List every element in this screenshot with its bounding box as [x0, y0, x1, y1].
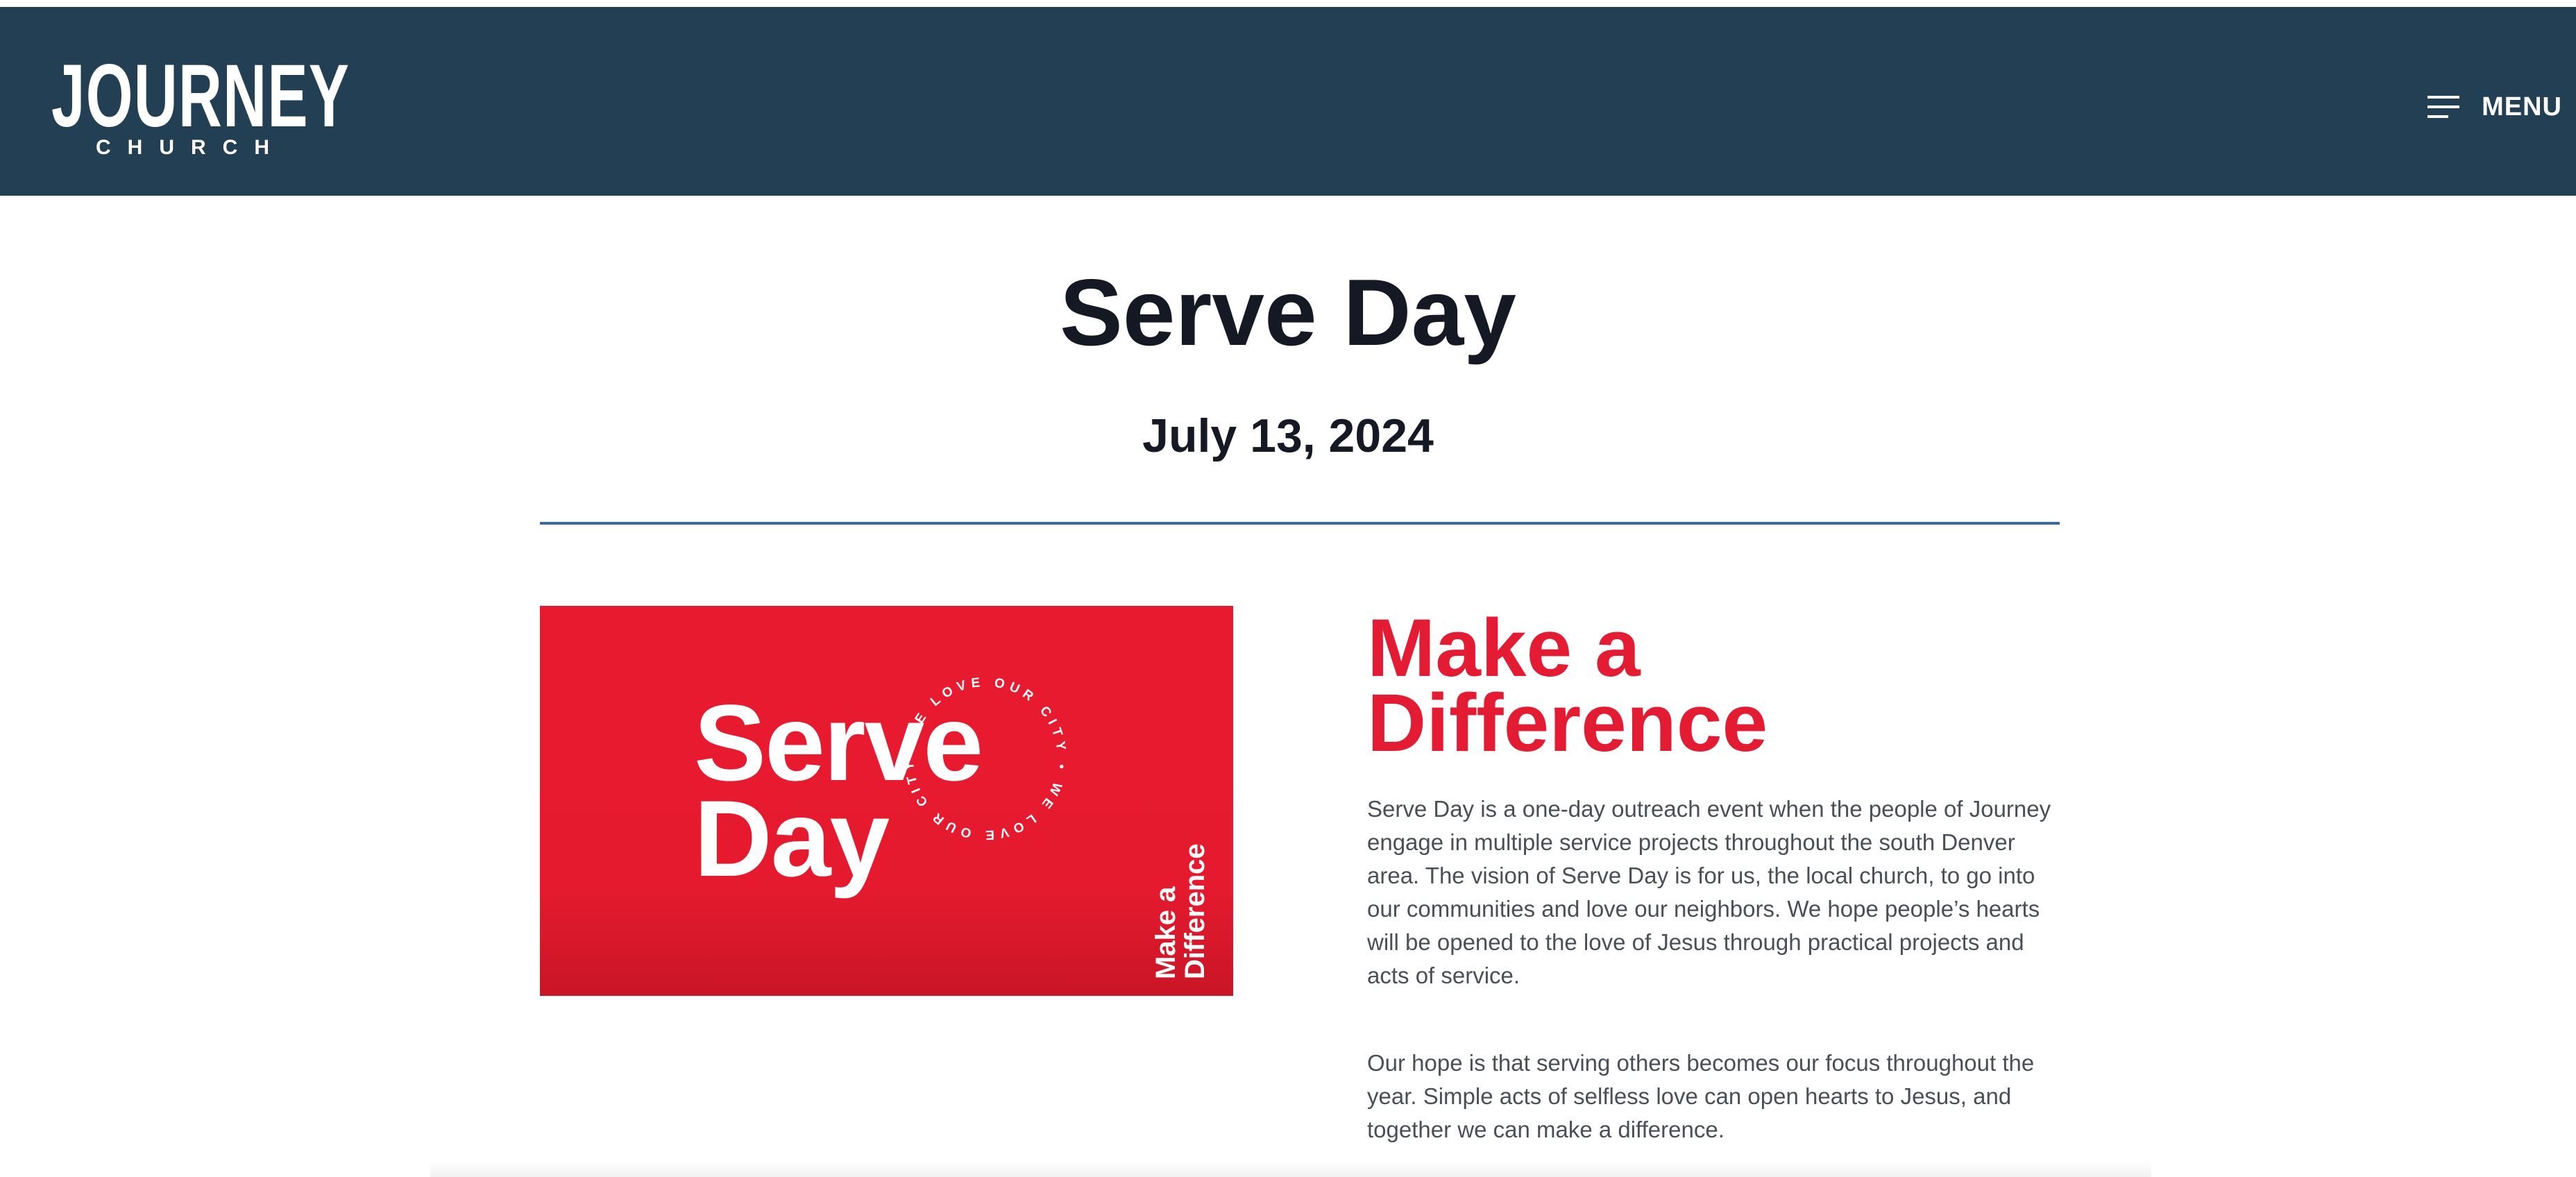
bottom-shadow — [430, 1160, 2151, 1177]
we-love-our-city-ring: WE LOVE OUR CITY • WE LOVE OUR CITY • — [888, 661, 1069, 842]
hamburger-icon — [2427, 96, 2460, 118]
hero-side-line1: Make a — [1151, 886, 1181, 979]
page-title: Serve Day — [1060, 260, 1516, 365]
hope-paragraph: Our hope is that serving others becomes … — [1367, 1050, 2035, 1142]
intro-paragraph: Serve Day is a one-day outreach event wh… — [1367, 796, 2051, 988]
hero-ring-text: WE LOVE OUR CITY • WE LOVE OUR CITY • — [888, 661, 1069, 842]
event-date: July 13, 2024 — [1142, 409, 1434, 462]
menu-label: MENU — [2482, 92, 2562, 121]
site-header: JOURNEY CHURCH MENU — [0, 7, 2576, 196]
logo-text: JOURNEY CHURCH — [51, 46, 440, 159]
heading-line2: Difference — [1367, 677, 1768, 769]
section-heading: Make a Difference — [1367, 607, 2061, 764]
serve-day-hero-image: Serve Day WE LOVE OUR CITY • WE LOVE OUR… — [540, 606, 1233, 996]
page: JOURNEY CHURCH MENU Serve Day July 13, 2… — [0, 0, 2576, 1177]
logo-wordmark: JOURNEY — [51, 46, 350, 146]
site-logo[interactable]: JOURNEY CHURCH — [33, 51, 422, 165]
hero-title-line2: Day — [694, 779, 890, 899]
hero-side-line2: Difference — [1180, 843, 1210, 979]
menu-button[interactable]: MENU — [2427, 85, 2562, 129]
section-divider — [540, 522, 2060, 525]
hero-side-caption: Make a Difference — [1151, 813, 1214, 979]
